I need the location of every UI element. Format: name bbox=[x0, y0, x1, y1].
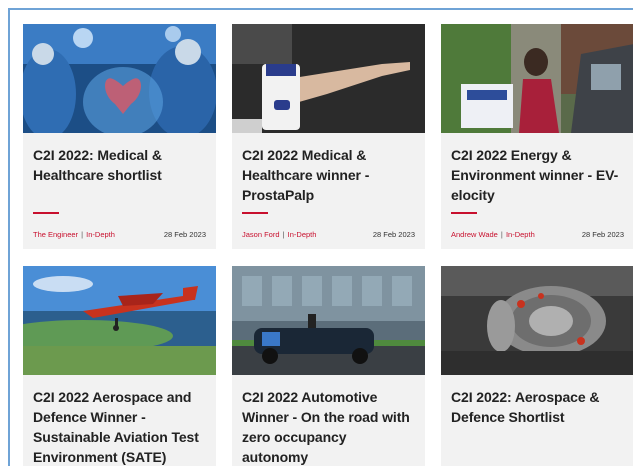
meta-separator: | bbox=[81, 230, 84, 239]
article-image-surgeons[interactable] bbox=[23, 24, 216, 133]
article-meta: Andrew Wade | In-Depth 28 Feb 2023 bbox=[451, 230, 624, 242]
article-card[interactable]: C2I 2022: Aerospace & Defence Shortlist bbox=[441, 266, 633, 466]
article-grid: C2I 2022: Medical & Healthcare shortlist… bbox=[0, 0, 633, 466]
article-author[interactable]: The Engineer bbox=[33, 230, 78, 239]
article-title[interactable]: C2I 2022 Aerospace and Defence Winner - … bbox=[33, 387, 206, 466]
article-title[interactable]: C2I 2022 Medical & Healthcare winner - P… bbox=[242, 145, 415, 205]
article-card[interactable]: C2I 2022 Energy & Environment winner - E… bbox=[441, 24, 633, 249]
article-date: 28 Feb 2023 bbox=[163, 230, 206, 239]
accent-rule bbox=[451, 212, 477, 214]
accent-rule bbox=[33, 212, 59, 214]
accent-rule bbox=[242, 212, 268, 214]
article-card[interactable]: C2I 2022 Automotive Winner - On the road… bbox=[232, 266, 425, 466]
meta-separator: | bbox=[282, 230, 285, 239]
article-meta: The Engineer | In-Depth 28 Feb 2023 bbox=[33, 230, 206, 242]
article-date: 28 Feb 2023 bbox=[372, 230, 415, 239]
article-card[interactable]: C2I 2022 Aerospace and Defence Winner - … bbox=[23, 266, 216, 466]
article-card[interactable]: C2I 2022 Medical & Healthcare winner - P… bbox=[232, 24, 425, 249]
article-title[interactable]: C2I 2022 Automotive Winner - On the road… bbox=[242, 387, 415, 466]
article-category[interactable]: In-Depth bbox=[506, 230, 535, 239]
article-image-ev-charging[interactable] bbox=[441, 24, 633, 133]
article-image-plane[interactable] bbox=[23, 266, 216, 375]
article-author[interactable]: Jason Ford bbox=[242, 230, 280, 239]
article-date: 28 Feb 2023 bbox=[581, 230, 624, 239]
article-title[interactable]: C2I 2022 Energy & Environment winner - E… bbox=[451, 145, 624, 205]
article-author[interactable]: Andrew Wade bbox=[451, 230, 498, 239]
article-card[interactable]: C2I 2022: Medical & Healthcare shortlist… bbox=[23, 24, 216, 249]
article-category[interactable]: In-Depth bbox=[288, 230, 317, 239]
article-image-jet-engine[interactable] bbox=[441, 266, 633, 375]
article-image-autonomous-pod[interactable] bbox=[232, 266, 425, 375]
meta-separator: | bbox=[500, 230, 503, 239]
article-category[interactable]: In-Depth bbox=[86, 230, 115, 239]
article-title[interactable]: C2I 2022: Medical & Healthcare shortlist bbox=[33, 145, 206, 185]
article-title[interactable]: C2I 2022: Aerospace & Defence Shortlist bbox=[451, 387, 624, 427]
article-image-finger-device[interactable] bbox=[232, 24, 425, 133]
article-meta: Jason Ford | In-Depth 28 Feb 2023 bbox=[242, 230, 415, 242]
